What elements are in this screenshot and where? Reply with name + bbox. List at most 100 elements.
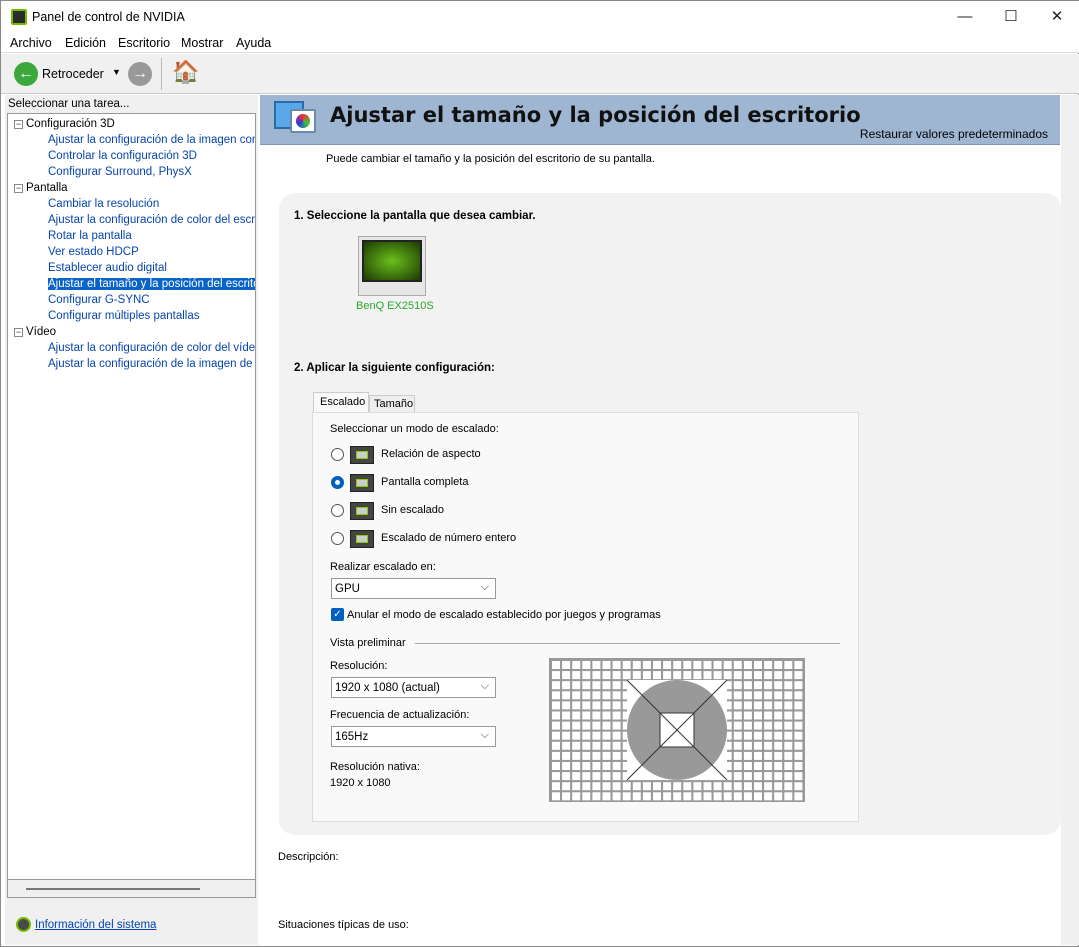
close-button[interactable]: ✕ [1034, 1, 1079, 33]
collapse-icon[interactable]: − [14, 120, 23, 129]
menu-edicion[interactable]: Edición [65, 36, 106, 50]
back-button[interactable]: Retroceder [42, 67, 104, 81]
scaling-mode-radio[interactable] [331, 532, 344, 545]
settings-panel: 1. Seleccione la pantalla que desea camb… [279, 193, 1061, 835]
menu-ayuda[interactable]: Ayuda [236, 36, 271, 50]
tree-item[interactable]: Ajustar la configuración de la imagen de… [48, 358, 255, 370]
home-icon[interactable]: 🏠 [172, 59, 199, 85]
menu-escritorio[interactable]: Escritorio [118, 36, 170, 50]
tree-item[interactable]: Ajustar la configuración de color del ví… [48, 342, 255, 354]
task-sidebar: Seleccionar una tarea... − Configuración … [5, 95, 258, 945]
vertical-scrollbar[interactable] [1061, 95, 1079, 945]
override-checkbox[interactable]: ✓ [331, 608, 344, 621]
system-info-link[interactable]: Información del sistema [35, 919, 156, 931]
horizontal-scrollbar[interactable] [7, 880, 256, 898]
scaling-mode-label[interactable]: Relación de aspecto [381, 448, 481, 460]
back-arrow-icon[interactable]: ← [14, 62, 38, 86]
preview-grid-cell [774, 661, 783, 669]
preview-grid-cell [794, 741, 803, 750]
tree-item[interactable]: Ver estado HDCP [48, 246, 139, 258]
preview-grid-cell [743, 701, 752, 710]
tab-escalado[interactable]: Escalado [313, 392, 369, 413]
preview-grid-cell [784, 691, 793, 700]
step2-heading: 2. Aplicar la siguiente configuración: [294, 362, 495, 374]
page-header: Ajustar el tamaño y la posición del escr… [260, 95, 1060, 145]
preview-grid-cell [653, 671, 661, 680]
tree-item[interactable]: Establecer audio digital [48, 262, 167, 274]
preview-grid-cell [764, 661, 773, 669]
color-icon [290, 109, 316, 133]
preview-grid-cell [743, 671, 752, 680]
preview-grid-cell [733, 782, 742, 791]
preview-grid-cell [592, 661, 601, 669]
perform-scaling-value: GPU [335, 583, 360, 595]
preview-grid-cell [582, 782, 591, 791]
minimize-button[interactable]: — [942, 1, 988, 33]
preview-grid-cell [693, 671, 702, 680]
preview-grid-cell [642, 782, 651, 791]
preview-grid-cell [794, 782, 803, 791]
display-name[interactable]: BenQ EX2510S [356, 300, 434, 312]
tree-group[interactable]: − Configuración 3D [14, 118, 115, 130]
tree-group[interactable]: − Vídeo [14, 326, 56, 338]
preview-grid-cell [764, 741, 773, 750]
preview-grid-cell [612, 731, 621, 740]
preview-grid-cell [794, 731, 803, 740]
refresh-select[interactable]: 165Hz ⌵ [331, 726, 496, 747]
tree-group-label: Configuración 3D [26, 118, 115, 130]
tree-item[interactable]: Ajustar la configuración de la imagen co… [48, 134, 255, 146]
preview-grid-cell [774, 751, 783, 760]
preview-grid-cell [683, 782, 692, 791]
preview-grid-cell [673, 661, 682, 669]
tab-tamano[interactable]: Tamaño [369, 395, 415, 413]
preview-grid-cell [592, 792, 601, 801]
preview-grid-cell [733, 772, 742, 781]
preview-grid-cell [754, 751, 762, 760]
menu-mostrar[interactable]: Mostrar [181, 36, 223, 50]
scaling-mode-label[interactable]: Pantalla completa [381, 476, 468, 488]
collapse-icon[interactable]: − [14, 184, 23, 193]
preview-grid-cell [774, 782, 783, 791]
preview-grid-cell [572, 661, 581, 669]
preview-grid-cell [764, 762, 773, 770]
preview-grid-cell [703, 782, 712, 791]
scaling-mode-icon [350, 502, 374, 520]
preview-grid-cell [602, 731, 611, 740]
tree-item[interactable]: Configurar G-SYNC [48, 294, 150, 306]
history-dropdown-icon[interactable]: ▼ [112, 67, 121, 77]
tree-item[interactable]: Configurar Surround, PhysX [48, 166, 192, 178]
scaling-mode-radio[interactable] [331, 504, 344, 517]
scaling-mode-label[interactable]: Escalado de número entero [381, 532, 516, 544]
preview-grid-cell [743, 661, 752, 669]
scrollbar-thumb[interactable] [26, 888, 200, 890]
tree-group[interactable]: − Pantalla [14, 182, 68, 194]
preview-grid-cell [612, 741, 621, 750]
perform-scaling-select[interactable]: GPU ⌵ [331, 578, 496, 599]
display-thumbnail[interactable] [358, 236, 426, 296]
scaling-mode-radio[interactable] [331, 448, 344, 461]
tree-item[interactable]: Cambiar la resolución [48, 198, 159, 210]
tree-item[interactable]: Ajustar el tamaño y la posición del escr… [48, 278, 255, 290]
scaling-mode-radio[interactable] [331, 476, 344, 489]
tree-item[interactable]: Rotar la pantalla [48, 230, 132, 242]
preview-grid-cell [683, 792, 692, 801]
tree-item[interactable]: Controlar la configuración 3D [48, 150, 197, 162]
tree-item[interactable]: Ajustar la configuración de color del es… [48, 214, 255, 226]
preview-grid-cell [703, 792, 712, 801]
maximize-button[interactable]: ☐ [988, 1, 1034, 33]
preview-grid-cell [552, 691, 560, 700]
restore-defaults-link[interactable]: Restaurar valores predeterminados [860, 127, 1048, 141]
preview-grid-cell [693, 782, 702, 791]
collapse-icon[interactable]: − [14, 328, 23, 337]
forward-arrow-icon[interactable]: → [128, 62, 152, 86]
tree-item[interactable]: Configurar múltiples pantallas [48, 310, 200, 322]
preview-grid-cell [562, 721, 571, 730]
preview-grid-cell [552, 762, 560, 770]
preview-grid-cell [743, 762, 752, 770]
scaling-mode-label[interactable]: Sin escalado [381, 504, 444, 516]
preview-grid-cell [743, 741, 752, 750]
preview-grid-cell [693, 792, 702, 801]
preview-grid-cell [582, 762, 591, 770]
menu-archivo[interactable]: Archivo [10, 36, 52, 50]
resolution-select[interactable]: 1920 x 1080 (actual) ⌵ [331, 677, 496, 698]
